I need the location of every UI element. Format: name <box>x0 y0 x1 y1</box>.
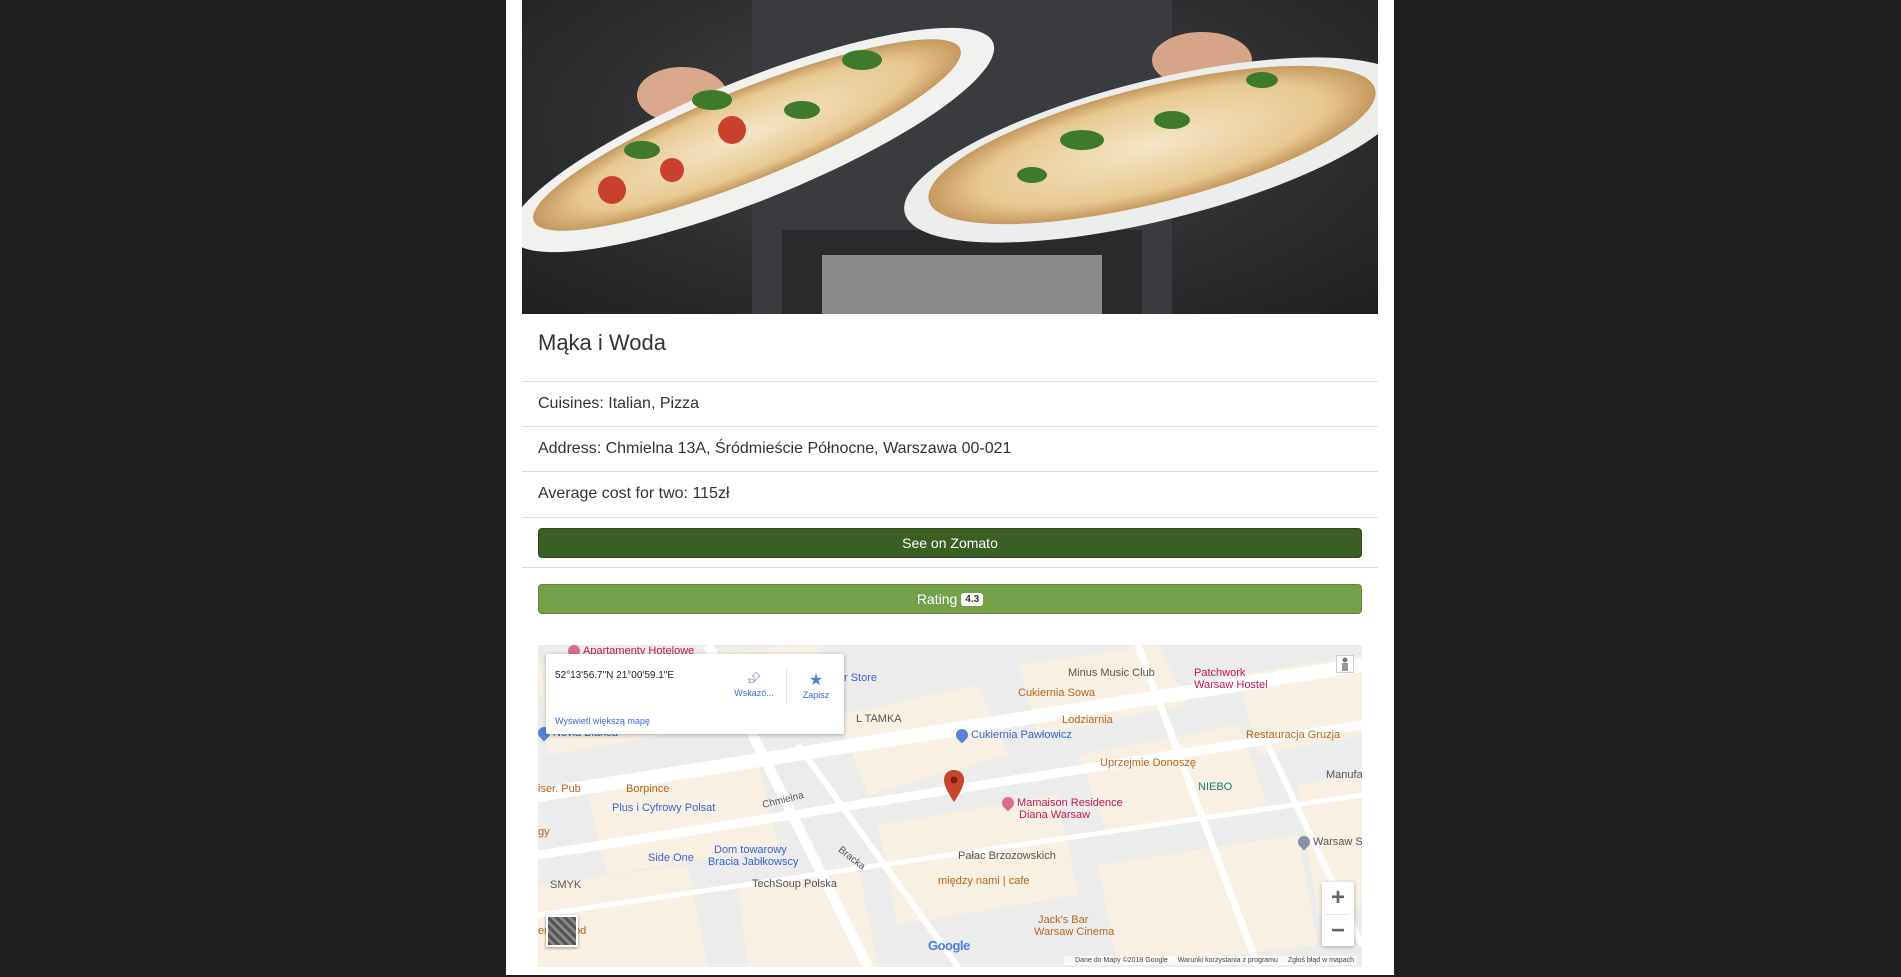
restaurant-name: Mąka i Woda <box>538 330 666 355</box>
restaurant-photo <box>522 0 1378 314</box>
poi-side-one[interactable]: Side One <box>648 852 694 864</box>
poi-gy: gy <box>538 826 550 838</box>
poi-dom-towarowy[interactable]: Dom towarowy <box>714 844 787 856</box>
google-logo: Google <box>928 938 970 953</box>
report-error-link[interactable]: Zgłoś błąd w mapach <box>1288 957 1354 964</box>
satellite-layer-toggle[interactable] <box>546 915 578 947</box>
map-data-text: Dane do Mapy ©2018 Google <box>1075 957 1168 964</box>
map-footer: Dane do Mapy ©2018 Google Warunki korzys… <box>1064 956 1357 965</box>
restaurant-card: Mąka i Woda Cuisines: Italian, Pizza Add… <box>506 0 1394 975</box>
average-cost-text: Average cost for two: 115zł <box>538 485 730 502</box>
see-on-zomato-button[interactable]: See on Zomato <box>538 528 1362 558</box>
directions-icon: ⮵ <box>747 670 761 687</box>
average-cost-row: Average cost for two: 115zł <box>522 471 1378 517</box>
zoom-out-button[interactable]: − <box>1322 915 1354 947</box>
poi-manufa[interactable]: Manufa <box>1326 769 1362 781</box>
poi-plus-polsat[interactable]: Plus i Cyfrowy Polsat <box>612 802 715 814</box>
poi-tamka[interactable]: L TAMKA <box>856 713 902 725</box>
poi-lodziarnia[interactable]: Lodziarnia <box>1062 714 1113 726</box>
poi-smyk[interactable]: SMYK <box>550 879 581 891</box>
see-on-zomato-label: See on Zomato <box>902 535 998 551</box>
location-marker-icon[interactable] <box>944 770 964 802</box>
cuisines-text: Cuisines: Italian, Pizza <box>538 395 699 412</box>
poi-mamaison-line2: Diana Warsaw <box>1019 809 1091 821</box>
poi-warsaw-sals[interactable]: Warsaw Sals <box>1295 833 1362 851</box>
coordinates-text: 52°13'56.7"N 21°00'59.1"E <box>555 670 675 681</box>
place-pin-icon <box>1295 833 1313 851</box>
poi-store[interactable]: r Store <box>844 672 877 684</box>
divider <box>522 567 1378 568</box>
map-info-box: 52°13'56.7"N 21°00'59.1"E ⮵ Wskazó... ★ … <box>546 654 844 734</box>
poi-niebo[interactable]: NIEBO <box>1198 781 1232 793</box>
save-place-button[interactable]: ★ Zapisz <box>790 670 842 700</box>
cuisines-row: Cuisines: Italian, Pizza <box>522 381 1378 426</box>
poi-mamaison[interactable]: Mamaison Residence <box>999 794 1123 812</box>
poi-gruzja[interactable]: Restauracja Gruzja <box>1246 729 1340 741</box>
poi-miedzy-nami[interactable]: między nami | cafe <box>938 875 1030 887</box>
poi-patchwork-line2: Warsaw Hostel <box>1194 679 1268 691</box>
poi-jacks-bar-line2: Warsaw Cinema <box>1034 926 1115 938</box>
shop-pin-icon <box>953 726 971 744</box>
poi-uprzejmie-donosze[interactable]: Uprzejmie Donoszę <box>1100 757 1196 769</box>
poi-borpince[interactable]: Borpince <box>626 783 669 795</box>
star-icon: ★ <box>808 672 824 689</box>
zoom-in-button[interactable]: + <box>1322 882 1354 914</box>
poi-jacks-bar[interactable]: Jack's Bar <box>1038 914 1088 926</box>
terms-link[interactable]: Warunki korzystania z programu <box>1178 957 1278 964</box>
poi-iser-pub[interactable]: iser. Pub <box>538 783 581 795</box>
poi-minus-music[interactable]: Minus Music Club <box>1068 667 1155 679</box>
poi-cukiernia-pawlowicz[interactable]: Cukiernia Pawłowicz <box>953 726 1072 744</box>
hotel-pin-icon <box>999 794 1017 812</box>
zoom-control: + − <box>1322 882 1354 946</box>
embedded-map[interactable]: Apartamenty Hotelowe r Store Minus Music… <box>538 645 1362 967</box>
info-box-divider <box>786 668 787 704</box>
poi-patchwork[interactable]: Patchwork <box>1194 667 1245 679</box>
address-row: Address: Chmielna 13A, Śródmieście Półno… <box>522 426 1378 471</box>
rating-badge: 4.3 <box>961 592 984 606</box>
rating-button[interactable]: Rating 4.3 <box>538 584 1362 614</box>
view-larger-map-link[interactable]: Wyświetl większą mapę <box>555 716 650 726</box>
street-view-pegman-icon[interactable] <box>1336 655 1354 673</box>
rating-label: Rating <box>916 591 958 607</box>
poi-cukiernia-sowa[interactable]: Cukiernia Sowa <box>1018 687 1095 699</box>
poi-palac-brzozowskich[interactable]: Pałac Brzozowskich <box>958 850 1056 862</box>
poi-techsoup[interactable]: TechSoup Polska <box>752 878 837 890</box>
directions-button[interactable]: ⮵ Wskazó... <box>728 670 780 698</box>
address-text: Address: Chmielna 13A, Śródmieście Półno… <box>538 440 1012 457</box>
poi-dom-towarowy-line2: Bracia Jabłkowscy <box>708 856 799 868</box>
